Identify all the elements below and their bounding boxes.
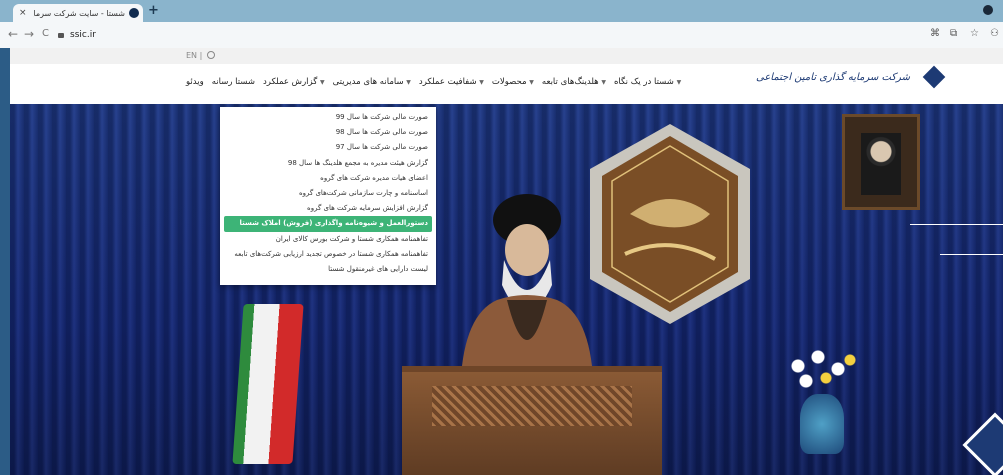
- qr-code-icon[interactable]: ⌘: [930, 28, 940, 39]
- language-label: EN |: [186, 51, 203, 60]
- left-edge-band: [0, 48, 10, 475]
- menu-item-transparency[interactable]: شفافیت عملکرد ▼: [419, 77, 484, 87]
- dropdown-item[interactable]: گزارش هیئت مدیره به مجمع هلدینگ ها سال 9…: [220, 156, 436, 171]
- hero-banner-image: [10, 104, 1003, 475]
- tab-close-icon[interactable]: ×: [19, 8, 27, 18]
- browser-address-bar: ← → C ssic.ir ⌘ ⧉ ☆ ⚇: [0, 22, 1003, 49]
- caret-down-icon: ▼: [529, 79, 534, 86]
- slogan-hexagon-graphic: [590, 124, 750, 324]
- menu-item-holdings[interactable]: هلدینگ‌های تابعه ▼: [542, 77, 606, 87]
- menu-item-media[interactable]: شستا رسانه: [212, 77, 255, 87]
- menu-item-overview[interactable]: شستا در یک نگاه ▼: [614, 77, 681, 87]
- reader-mode-icon[interactable]: ⧉: [950, 28, 957, 39]
- dropdown-item[interactable]: تفاهمنامه همکاری شستا در خصوص تجدید ارزی…: [220, 247, 436, 262]
- top-strip: EN |: [0, 48, 1003, 64]
- flower-bouquet: [782, 342, 862, 402]
- back-arrow-icon[interactable]: ←: [8, 27, 18, 41]
- caret-down-icon: ▼: [319, 79, 325, 86]
- bookmark-star-icon[interactable]: ☆: [970, 28, 979, 39]
- decorative-line: [940, 254, 1003, 285]
- website: EN | شرکت سرمایه گذاری تامین اجتماعی شست…: [0, 48, 1003, 475]
- dropdown-item[interactable]: تفاهمنامه همکاری شستا و شرکت بورس کالای …: [220, 232, 436, 247]
- dropdown-item[interactable]: صورت مالی شرکت ها سال 99: [220, 110, 436, 125]
- menu-item-products[interactable]: محصولات ▼: [492, 77, 534, 87]
- podium: [402, 366, 662, 475]
- menu-item-management-systems[interactable]: سامانه های مدیریتی ▼: [333, 77, 411, 87]
- dropdown-item-active[interactable]: دستورالعمل و شیوه‌نامه واگذاری (فروش) ام…: [224, 216, 432, 232]
- search-icon[interactable]: [206, 51, 215, 59]
- language-toggle[interactable]: EN |: [186, 50, 215, 60]
- site-header: شرکت سرمایه گذاری تامین اجتماعی شستا در …: [0, 64, 1003, 104]
- new-tab-button[interactable]: +: [148, 4, 159, 18]
- dropdown-item[interactable]: صورت مالی شرکت ها سال 97: [220, 140, 436, 155]
- dropdown-item[interactable]: اساسنامه و چارت سازمانی شرکت‌های گروه: [220, 186, 436, 201]
- caret-down-icon: ▼: [406, 79, 411, 86]
- corner-logo-icon: [962, 412, 1003, 475]
- browser-tab[interactable]: شستا - سایت شرکت سرمایه گذاری ... ×: [13, 4, 143, 22]
- framed-portrait: [842, 114, 920, 210]
- dropdown-item[interactable]: اعضای هیات مدیره شرکت های گروه: [220, 171, 436, 186]
- dropdown-item[interactable]: لیست دارایی های غیرمنقول شستا: [220, 262, 436, 277]
- lock-icon: [58, 33, 64, 38]
- caret-down-icon: ▼: [676, 79, 682, 86]
- profile-icon[interactable]: ⚇: [990, 28, 999, 39]
- dropdown-item[interactable]: صورت مالی شرکت ها سال 98: [220, 125, 436, 140]
- window-menu-icon[interactable]: [983, 5, 993, 15]
- caret-down-icon: ▼: [479, 79, 484, 86]
- url-text: ssic.ir: [70, 29, 96, 40]
- menu-item-video[interactable]: ویدئو: [186, 77, 204, 87]
- vase: [800, 394, 844, 454]
- performance-report-dropdown: صورت مالی شرکت ها سال 99 صورت مالی شرکت …: [220, 107, 436, 285]
- site-favicon-icon: [129, 8, 139, 18]
- tab-title: شستا - سایت شرکت سرمایه گذاری ...: [33, 8, 125, 18]
- site-logo[interactable]: شرکت سرمایه گذاری تامین اجتماعی: [756, 65, 946, 89]
- dropdown-item[interactable]: گزارش افزایش سرمایه شرکت های گروه: [220, 201, 436, 216]
- logo-diamond-icon: [922, 65, 946, 89]
- url-field[interactable]: ssic.ir: [58, 26, 938, 43]
- forward-arrow-icon[interactable]: →: [24, 27, 34, 41]
- browser-tab-bar: شستا - سایت شرکت سرمایه گذاری ... × +: [0, 0, 1003, 22]
- iran-flag: [232, 304, 304, 464]
- reload-icon[interactable]: C: [42, 28, 49, 39]
- main-menu: شستا در یک نگاه ▼ هلدینگ‌های تابعه ▼ محص…: [178, 77, 681, 87]
- menu-item-performance-report[interactable]: گزارش عملکرد ▼: [263, 77, 325, 87]
- logo-text: شرکت سرمایه گذاری تامین اجتماعی: [756, 71, 911, 83]
- caret-down-icon: ▼: [601, 79, 606, 86]
